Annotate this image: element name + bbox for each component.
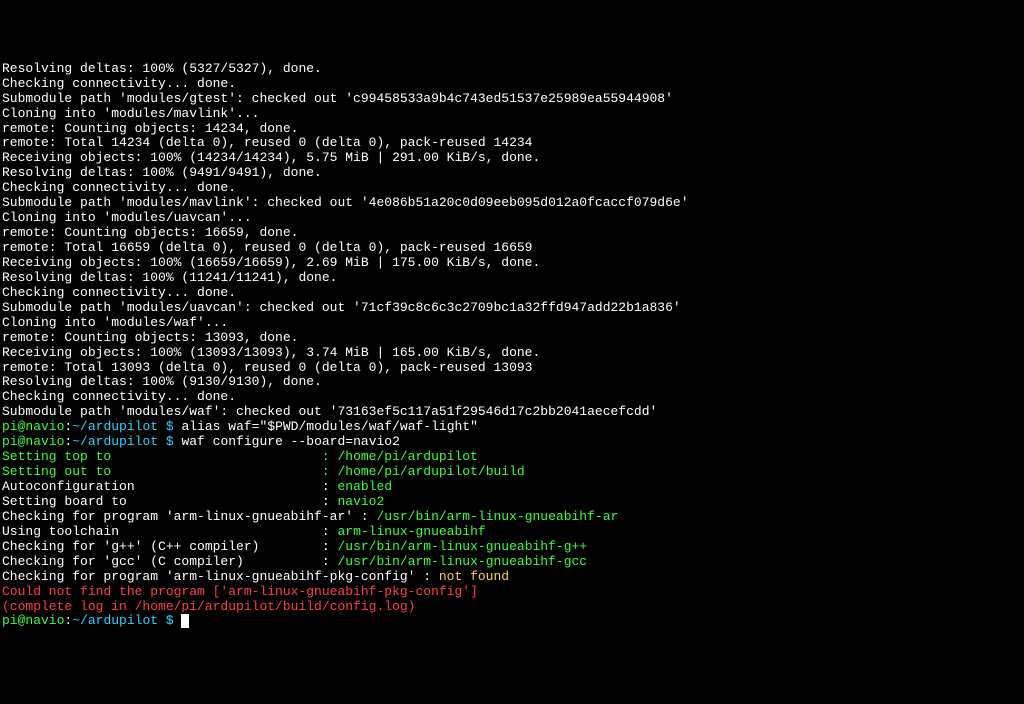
terminal-text: /home/pi/ardupilot/build: [337, 464, 524, 479]
terminal-text: :: [64, 613, 72, 628]
terminal-text: Resolving deltas: 100% (9130/9130), done…: [2, 374, 322, 389]
terminal-text: Using toolchain :: [2, 524, 337, 539]
terminal-text: pi@navio: [2, 419, 64, 434]
terminal-text: (complete log in /home/pi/ardupilot/buil…: [2, 599, 415, 614]
terminal-line: remote: Counting objects: 13093, done.: [2, 331, 1022, 346]
terminal-line: remote: Counting objects: 14234, done.: [2, 122, 1022, 137]
terminal-line: Cloning into 'modules/waf'...: [2, 316, 1022, 331]
terminal-text: not found: [439, 569, 509, 584]
terminal-text: alias waf="$PWD/modules/waf/waf-light": [174, 419, 478, 434]
terminal-line: Setting out to : /home/pi/ardupilot/buil…: [2, 465, 1022, 480]
terminal-line: Setting board to : navio2: [2, 495, 1022, 510]
terminal-text: Setting out to :: [2, 464, 337, 479]
cursor: [181, 614, 189, 628]
terminal-text: /usr/bin/arm-linux-gnueabihf-ar: [376, 509, 618, 524]
terminal-text: arm-linux-gnueabihf: [337, 524, 485, 539]
terminal-line: Checking for 'gcc' (C compiler) : /usr/b…: [2, 555, 1022, 570]
terminal-text: remote: Counting objects: 14234, done.: [2, 121, 298, 136]
terminal-text: ~/ardupilot $: [72, 419, 173, 434]
terminal-line: Submodule path 'modules/gtest': checked …: [2, 92, 1022, 107]
terminal-text: Checking connectivity... done.: [2, 76, 236, 91]
terminal-line: Checking connectivity... done.: [2, 286, 1022, 301]
terminal-text: pi@navio: [2, 613, 64, 628]
terminal-line: Resolving deltas: 100% (5327/5327), done…: [2, 62, 1022, 77]
terminal-line: (complete log in /home/pi/ardupilot/buil…: [2, 600, 1022, 615]
terminal-text: Checking connectivity... done.: [2, 389, 236, 404]
terminal-text: ~/ardupilot $: [72, 613, 173, 628]
terminal-text: Autoconfiguration :: [2, 479, 337, 494]
terminal-text: remote: Total 14234 (delta 0), reused 0 …: [2, 135, 533, 150]
terminal-text: Cloning into 'modules/mavlink'...: [2, 106, 259, 121]
terminal-line: pi@navio:~/ardupilot $ alias waf="$PWD/m…: [2, 420, 1022, 435]
terminal-text: ~/ardupilot $: [72, 434, 173, 449]
terminal-text: enabled: [337, 479, 392, 494]
terminal-line: pi@navio:~/ardupilot $ waf configure --b…: [2, 435, 1022, 450]
terminal-text: Cloning into 'modules/uavcan'...: [2, 210, 252, 225]
terminal-text: Receiving objects: 100% (14234/14234), 5…: [2, 150, 540, 165]
terminal-text: Receiving objects: 100% (16659/16659), 2…: [2, 255, 540, 270]
terminal-line: Receiving objects: 100% (16659/16659), 2…: [2, 256, 1022, 271]
terminal-text: pi@navio: [2, 434, 64, 449]
terminal-line: Setting top to : /home/pi/ardupilot: [2, 450, 1022, 465]
terminal-line: Checking connectivity... done.: [2, 77, 1022, 92]
terminal-text: remote: Counting objects: 13093, done.: [2, 330, 298, 345]
terminal-text: Checking connectivity... done.: [2, 180, 236, 195]
terminal-text: /home/pi/ardupilot: [337, 449, 477, 464]
terminal-line: Submodule path 'modules/uavcan': checked…: [2, 301, 1022, 316]
terminal-line: Submodule path 'modules/waf': checked ou…: [2, 405, 1022, 420]
terminal-text: Receiving objects: 100% (13093/13093), 3…: [2, 345, 540, 360]
terminal-line: Receiving objects: 100% (13093/13093), 3…: [2, 346, 1022, 361]
terminal-text: Checking for program 'arm-linux-gnueabih…: [2, 509, 376, 524]
terminal-line: remote: Total 16659 (delta 0), reused 0 …: [2, 241, 1022, 256]
terminal-text: [174, 613, 182, 628]
terminal-line: Checking for program 'arm-linux-gnueabih…: [2, 510, 1022, 525]
terminal-text: navio2: [337, 494, 384, 509]
terminal-text: waf configure --board=navio2: [174, 434, 400, 449]
terminal-text: remote: Counting objects: 16659, done.: [2, 225, 298, 240]
terminal-text: /usr/bin/arm-linux-gnueabihf-g++: [337, 539, 587, 554]
terminal-text: Setting top to :: [2, 449, 337, 464]
terminal-line: Using toolchain : arm-linux-gnueabihf: [2, 525, 1022, 540]
terminal-text: Checking for 'gcc' (C compiler) :: [2, 554, 337, 569]
terminal-text: Could not find the program ['arm-linux-g…: [2, 584, 478, 599]
terminal-line: remote: Total 14234 (delta 0), reused 0 …: [2, 136, 1022, 151]
terminal-text: Submodule path 'modules/gtest': checked …: [2, 91, 673, 106]
terminal-line: Cloning into 'modules/uavcan'...: [2, 211, 1022, 226]
terminal-line: remote: Counting objects: 16659, done.: [2, 226, 1022, 241]
terminal-text: /usr/bin/arm-linux-gnueabihf-gcc: [337, 554, 587, 569]
terminal-line: pi@navio:~/ardupilot $: [2, 614, 1022, 629]
terminal-text: Submodule path 'modules/uavcan': checked…: [2, 300, 681, 315]
terminal-text: Resolving deltas: 100% (9491/9491), done…: [2, 165, 322, 180]
terminal-line: Checking for program 'arm-linux-gnueabih…: [2, 570, 1022, 585]
terminal-text: remote: Total 16659 (delta 0), reused 0 …: [2, 240, 533, 255]
terminal-text: Submodule path 'modules/waf': checked ou…: [2, 404, 657, 419]
terminal-line: Receiving objects: 100% (14234/14234), 5…: [2, 151, 1022, 166]
terminal-line: Checking connectivity... done.: [2, 390, 1022, 405]
terminal-text: Checking connectivity... done.: [2, 285, 236, 300]
terminal-line: Checking for 'g++' (C++ compiler) : /usr…: [2, 540, 1022, 555]
terminal-text: Checking for 'g++' (C++ compiler) :: [2, 539, 337, 554]
terminal-output[interactable]: Resolving deltas: 100% (5327/5327), done…: [2, 62, 1022, 630]
terminal-text: Resolving deltas: 100% (11241/11241), do…: [2, 270, 337, 285]
terminal-text: Checking for program 'arm-linux-gnueabih…: [2, 569, 439, 584]
terminal-line: Cloning into 'modules/mavlink'...: [2, 107, 1022, 122]
terminal-line: Autoconfiguration : enabled: [2, 480, 1022, 495]
terminal-line: remote: Total 13093 (delta 0), reused 0 …: [2, 361, 1022, 376]
terminal-text: Resolving deltas: 100% (5327/5327), done…: [2, 61, 322, 76]
terminal-line: Resolving deltas: 100% (9491/9491), done…: [2, 166, 1022, 181]
terminal-line: Resolving deltas: 100% (11241/11241), do…: [2, 271, 1022, 286]
terminal-line: Submodule path 'modules/mavlink': checke…: [2, 196, 1022, 211]
terminal-line: Checking connectivity... done.: [2, 181, 1022, 196]
terminal-text: Setting board to :: [2, 494, 337, 509]
terminal-text: Submodule path 'modules/mavlink': checke…: [2, 195, 689, 210]
terminal-line: Could not find the program ['arm-linux-g…: [2, 585, 1022, 600]
terminal-line: Resolving deltas: 100% (9130/9130), done…: [2, 375, 1022, 390]
terminal-text: Cloning into 'modules/waf'...: [2, 315, 228, 330]
terminal-text: remote: Total 13093 (delta 0), reused 0 …: [2, 360, 533, 375]
